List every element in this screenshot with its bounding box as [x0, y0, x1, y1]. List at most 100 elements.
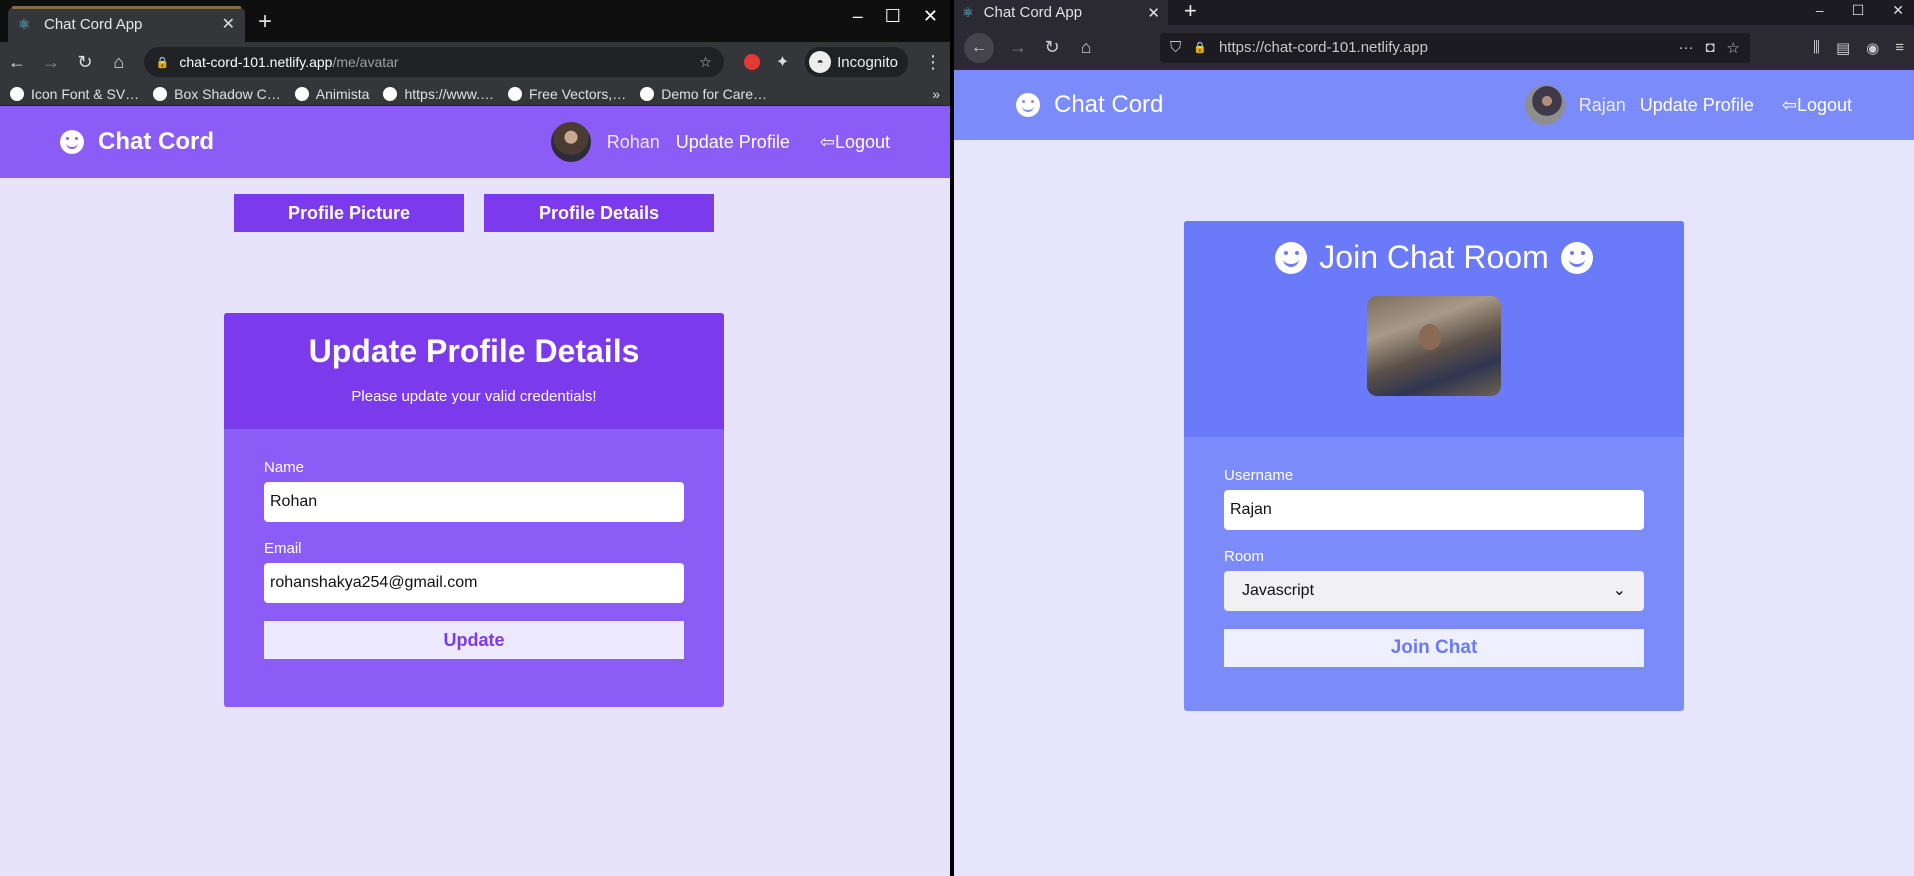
- brand-name: Chat Cord: [1054, 91, 1164, 118]
- app-navbar: Chat Cord Rohan Update Profile ⇦Logout: [0, 106, 950, 178]
- minimize-icon[interactable]: –: [1816, 2, 1824, 19]
- chevron-down-icon: ⌄: [1612, 582, 1626, 599]
- reload-icon[interactable]: ↻: [1042, 37, 1062, 58]
- update-button[interactable]: Update: [264, 621, 684, 659]
- bookmark-star-icon[interactable]: ☆: [1727, 39, 1740, 57]
- home-icon[interactable]: ⌂: [110, 52, 128, 73]
- back-icon[interactable]: ←: [8, 52, 26, 73]
- smile-icon: [1275, 241, 1308, 274]
- incognito-icon: ◓: [809, 51, 832, 73]
- bookmark-item[interactable]: Demo for Care…: [640, 86, 767, 102]
- firefox-tab-strip: ⚛ Chat Cord App ✕ + – ☐ ✕: [954, 0, 1914, 25]
- firefox-window: ⚛ Chat Cord App ✕ + – ☐ ✕ ← → ↻ ⌂ ⛉ 🔒 ht…: [954, 0, 1914, 876]
- bookmark-item[interactable]: Box Shadow C…: [153, 86, 281, 102]
- globe-icon: [10, 86, 24, 101]
- menu-icon[interactable]: ⋮: [924, 52, 942, 73]
- firefox-tab[interactable]: ⚛ Chat Cord App ✕: [954, 0, 1168, 25]
- smile-icon: [1560, 241, 1593, 274]
- address-bar[interactable]: ⛉ 🔒 https://chat-cord-101.netlify.app ··…: [1160, 32, 1750, 63]
- back-icon[interactable]: ←: [964, 32, 994, 63]
- room-select[interactable]: Javascript ⌄: [1224, 571, 1644, 611]
- address-bar[interactable]: 🔒 chat-cord-101.netlify.app/me/avatar ☆: [143, 47, 724, 77]
- join-chat-button[interactable]: Join Chat: [1224, 629, 1644, 667]
- close-tab-icon[interactable]: ✕: [1147, 4, 1160, 22]
- toolbar-right: ⫼ ▤ ◉ ≡: [1813, 39, 1904, 57]
- smile-icon: [1016, 93, 1040, 117]
- menu-icon[interactable]: ≡: [1895, 39, 1904, 57]
- smile-icon: [60, 130, 84, 154]
- update-profile-link[interactable]: Update Profile: [676, 132, 790, 153]
- tab-title: Chat Cord App: [44, 15, 143, 33]
- new-tab-button[interactable]: +: [1184, 0, 1197, 24]
- brand[interactable]: Chat Cord: [1016, 91, 1163, 119]
- forward-icon[interactable]: →: [1008, 37, 1028, 58]
- chrome-tab[interactable]: ⚛ Chat Cord App ✕: [8, 6, 245, 42]
- maximize-icon[interactable]: ☐: [1852, 2, 1865, 19]
- more-bookmarks-icon[interactable]: »: [932, 86, 940, 102]
- chrome-tab-strip: ⚛ Chat Cord App ✕ + – ☐ ✕: [0, 0, 950, 42]
- name-field[interactable]: Rohan: [264, 482, 684, 522]
- bookmark-item[interactable]: Animista: [294, 86, 369, 102]
- user-name: Rohan: [606, 131, 660, 152]
- tab-title: Chat Cord App: [983, 4, 1083, 21]
- update-profile-card: Update Profile Details Please update you…: [224, 313, 724, 707]
- brand-name: Chat Cord: [98, 128, 214, 155]
- home-icon[interactable]: ⌂: [1076, 37, 1096, 58]
- incognito-label: Incognito: [837, 53, 898, 71]
- bookmark-star-icon[interactable]: ☆: [699, 54, 712, 71]
- tab-profile-picture[interactable]: Profile Picture: [234, 194, 464, 232]
- puzzle-icon[interactable]: ✦: [776, 52, 789, 72]
- brand[interactable]: Chat Cord: [60, 128, 214, 156]
- update-profile-link[interactable]: Update Profile: [1640, 95, 1754, 116]
- pocket-icon[interactable]: ◘: [1705, 39, 1714, 56]
- shield-icon: ⛉: [1170, 39, 1182, 56]
- firefox-toolbar: ← → ↻ ⌂ ⛉ 🔒 https://chat-cord-101.netlif…: [954, 25, 1914, 70]
- forward-icon[interactable]: →: [42, 52, 60, 73]
- bookmark-item[interactable]: Free Vectors,…: [507, 86, 626, 102]
- avatar: [550, 122, 591, 162]
- page-content: Chat Cord Rajan Update Profile ⇦Logout J…: [954, 70, 1914, 876]
- navbar-right: Rohan Update Profile ⇦Logout: [550, 122, 890, 162]
- reload-icon[interactable]: ↻: [76, 52, 94, 73]
- window-controls: – ☐ ✕: [853, 6, 950, 27]
- globe-icon: [507, 86, 522, 101]
- card-form: Name Rohan Email rohanshakya254@gmail.co…: [224, 429, 724, 689]
- tab-profile-details[interactable]: Profile Details: [484, 194, 714, 232]
- globe-icon: [640, 86, 655, 101]
- user-photo: [1367, 296, 1501, 396]
- page-actions-icon[interactable]: ···: [1678, 39, 1693, 56]
- incognito-badge[interactable]: ◓ Incognito: [805, 47, 908, 77]
- username-field[interactable]: Rajan: [1224, 490, 1644, 530]
- minimize-icon[interactable]: –: [853, 6, 863, 27]
- bookmark-item[interactable]: Icon Font & SV…: [10, 86, 139, 102]
- globe-icon: [153, 86, 168, 101]
- extension-icon[interactable]: [743, 54, 760, 70]
- close-window-icon[interactable]: ✕: [923, 6, 938, 27]
- logout-link[interactable]: ⇦Logout: [1782, 95, 1852, 116]
- logout-link[interactable]: ⇦Logout: [820, 132, 890, 153]
- react-icon: ⚛: [962, 4, 974, 20]
- new-tab-button[interactable]: +: [258, 8, 272, 36]
- card-title: Update Profile Details: [308, 333, 640, 369]
- email-field[interactable]: rohanshakya254@gmail.com: [264, 563, 684, 603]
- account-icon[interactable]: ◉: [1866, 39, 1879, 57]
- room-label: Room: [1224, 548, 1265, 565]
- profile-tabs: Profile Picture Profile Details: [234, 194, 714, 232]
- bookmark-item[interactable]: https://www.…: [383, 86, 494, 102]
- globe-icon: [294, 86, 309, 101]
- close-window-icon[interactable]: ✕: [1892, 2, 1904, 19]
- address-url: chat-cord-101.netlify.app/me/avatar: [179, 54, 399, 70]
- address-url: https://chat-cord-101.netlify.app: [1218, 39, 1428, 56]
- page-content: Chat Cord Rohan Update Profile ⇦Logout P…: [0, 106, 950, 876]
- card-header: Join Chat Room: [1184, 221, 1684, 437]
- react-icon: ⚛: [18, 16, 31, 32]
- globe-icon: [383, 86, 398, 101]
- chrome-toolbar: ← → ↻ ⌂ 🔒 chat-cord-101.netlify.app/me/a…: [0, 42, 950, 82]
- sidebar-icon[interactable]: ▤: [1836, 39, 1850, 57]
- logout-icon: ⇦: [1781, 94, 1797, 115]
- close-tab-icon[interactable]: ✕: [222, 14, 235, 34]
- email-label: Email: [264, 540, 302, 557]
- navbar-right: Rajan Update Profile ⇦Logout: [1524, 85, 1852, 125]
- library-icon[interactable]: ⫼: [1813, 39, 1820, 57]
- maximize-icon[interactable]: ☐: [885, 6, 901, 27]
